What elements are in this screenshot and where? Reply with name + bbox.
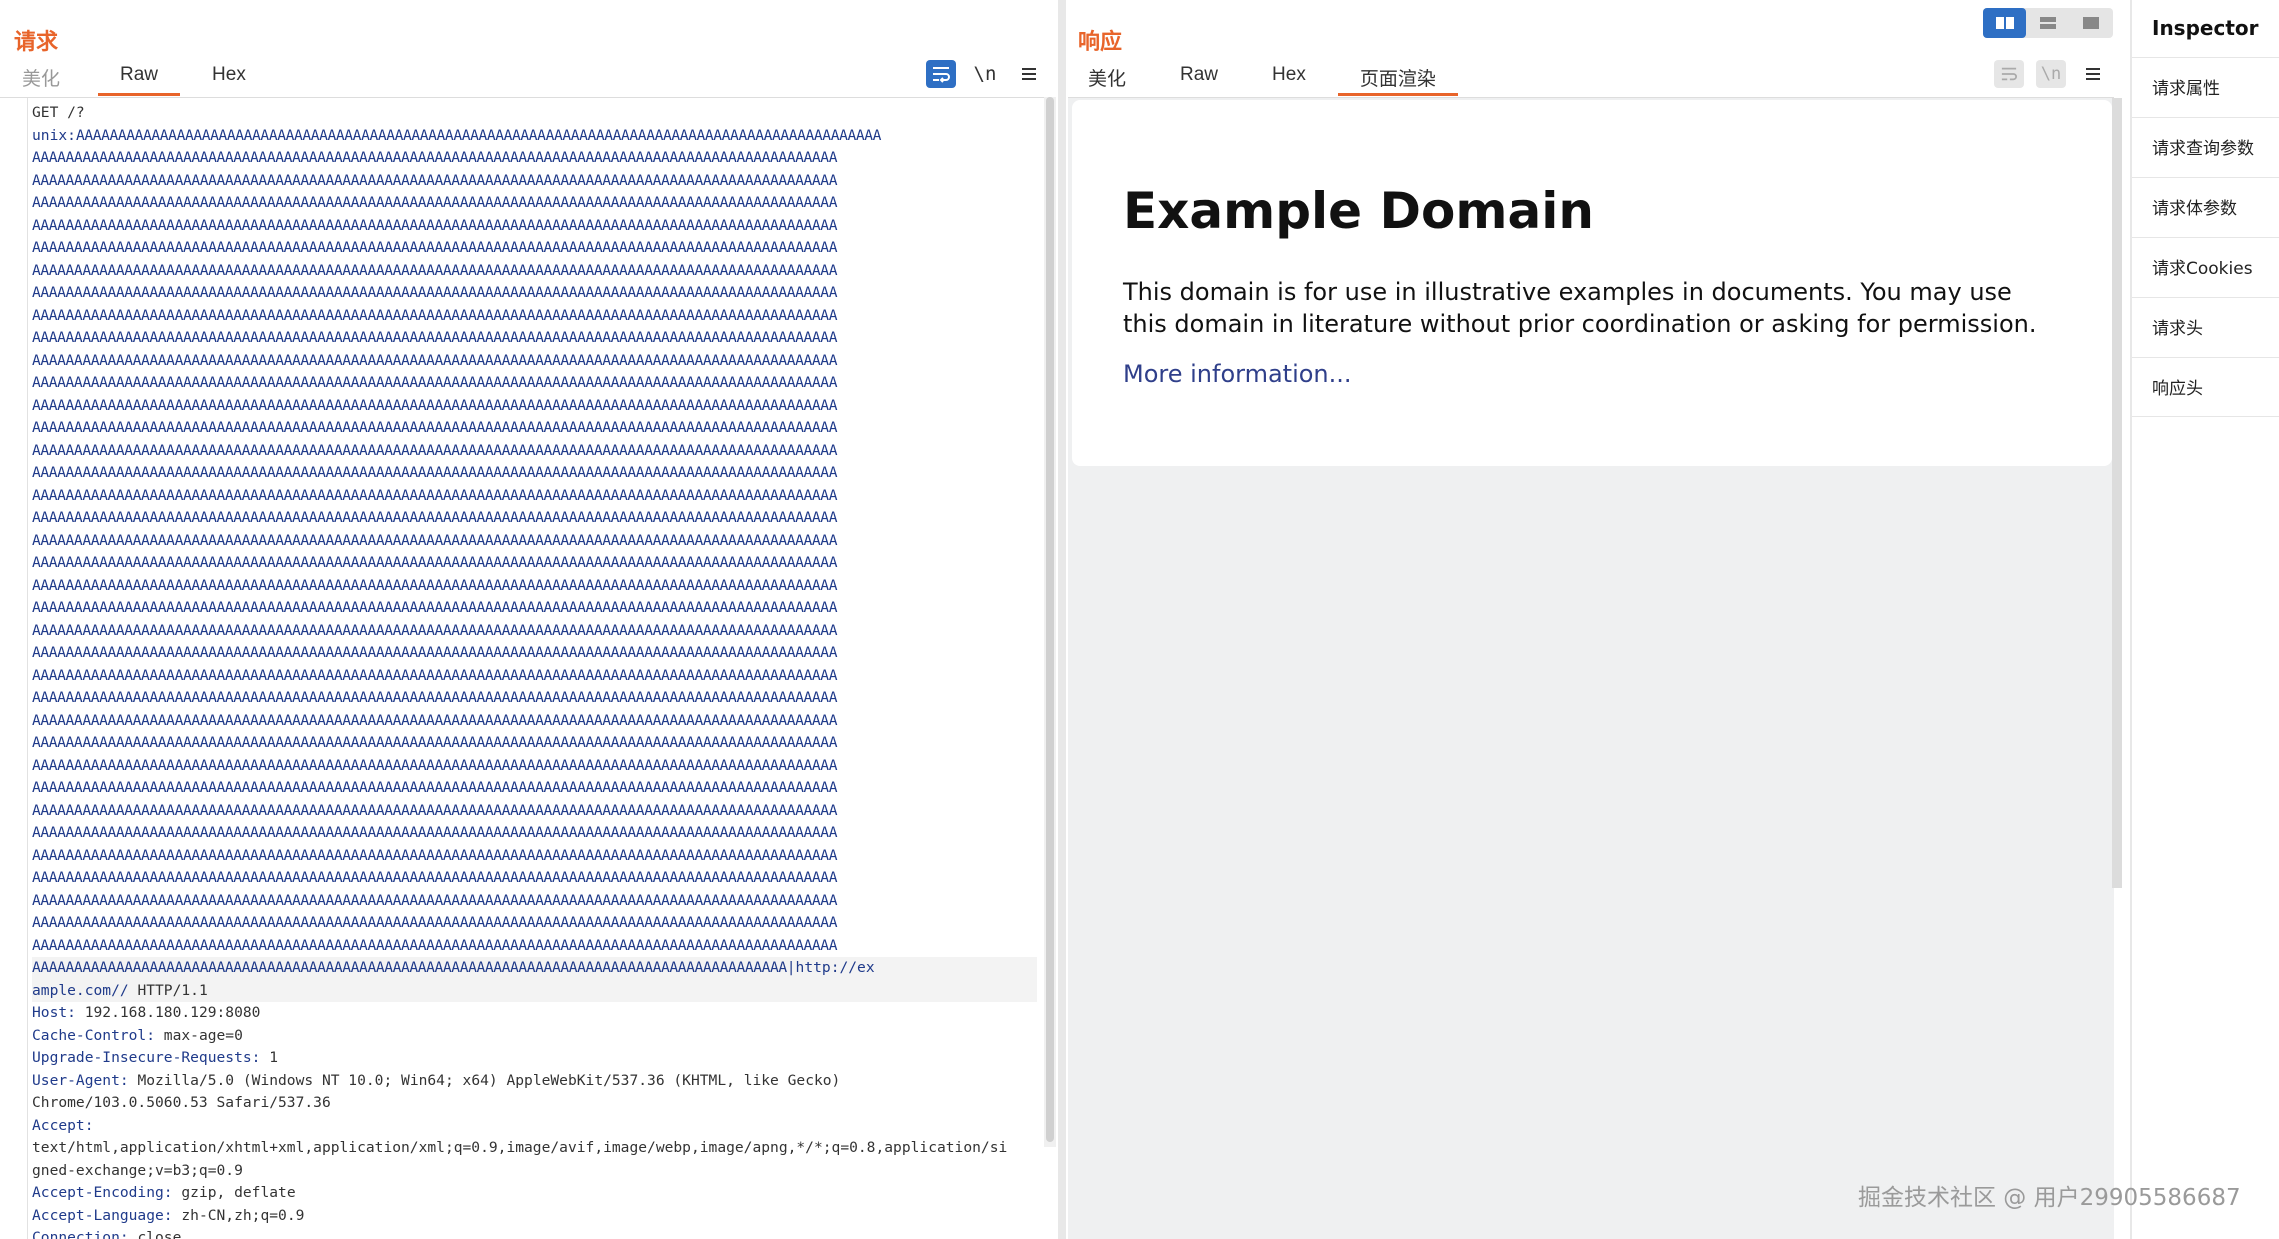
more-information-link[interactable]: More information... [1123, 360, 1352, 388]
newline-toggle-button[interactable]: \n [2036, 60, 2066, 88]
payload-line: AAAAAAAAAAAAAAAAAAAAAAAAAAAAAAAAAAAAAAAA… [32, 846, 838, 864]
request-tab-pretty[interactable]: 美化 [0, 60, 82, 96]
payload-line: AAAAAAAAAAAAAAAAAAAAAAAAAAAAAAAAAAAAAAAA… [32, 306, 838, 324]
payload-line: AAAAAAAAAAAAAAAAAAAAAAAAAAAAAAAAAAAAAAAA… [32, 824, 838, 841]
payload-line: AAAAAAAAAAAAAAAAAAAAAAAAAAAAAAAAAAAAAAAA… [32, 554, 838, 571]
single-pane-layout-icon[interactable] [2069, 8, 2112, 38]
header-line: 6Accept: [32, 1116, 94, 1134]
payload-line: AAAAAAAAAAAAAAAAAAAAAAAAAAAAAAAAAAAAAAAA… [32, 261, 838, 279]
payload-block: AAAAAAAAAAAAAAAAAAAAAAAAAAAAAAAAAAAAAAAA… [32, 147, 1037, 957]
payload-line: AAAAAAAAAAAAAAAAAAAAAAAAAAAAAAAAAAAAAAAA… [32, 689, 838, 706]
request-tab-raw[interactable]: Raw [98, 60, 181, 96]
side-by-side-layout-icon[interactable] [1983, 8, 2026, 38]
request-pane: 请求 美化 Raw Hex \n 1GET /? unix:AAAAAAAAAA… [0, 0, 1058, 1239]
pane-splitter[interactable] [1058, 0, 1066, 1239]
payload-line: AAAAAAAAAAAAAAAAAAAAAAAAAAAAAAAAAAAAAAAA… [32, 216, 838, 234]
header-line: 5User-Agent: Mozilla/5.0 (Windows NT 10.… [32, 1071, 841, 1089]
payload-line: AAAAAAAAAAAAAAAAAAAAAAAAAAAAAAAAAAAAAAAA… [32, 419, 838, 436]
request-scrollbar-thumb[interactable] [1046, 97, 1054, 1142]
payload-line: AAAAAAAAAAAAAAAAAAAAAAAAAAAAAAAAAAAAAAAA… [32, 756, 838, 774]
layout-toggle-group [1983, 8, 2113, 38]
page-heading: Example Domain [1123, 182, 1594, 240]
header-line: 4Upgrade-Insecure-Requests: 1 [32, 1049, 279, 1066]
menu-icon[interactable] [2078, 60, 2108, 88]
payload-line: AAAAAAAAAAAAAAAAAAAAAAAAAAAAAAAAAAAAAAAA… [32, 351, 838, 369]
payload-line: unix:AAAAAAAAAAAAAAAAAAAAAAAAAAAAAAAAAAA… [32, 126, 882, 144]
page-paragraph: This domain is for use in illustrative e… [1123, 278, 2037, 338]
payload-line: AAAAAAAAAAAAAAAAAAAAAAAAAAAAAAAAAAAAAAAA… [32, 734, 838, 751]
response-title: 响应 [1078, 30, 1123, 55]
payload-line: AAAAAAAAAAAAAAAAAAAAAAAAAAAAAAAAAAAAAAAA… [32, 914, 838, 931]
payload-line: AAAAAAAAAAAAAAAAAAAAAAAAAAAAAAAAAAAAAAAA… [32, 779, 838, 796]
payload-tail-line: AAAAAAAAAAAAAAAAAAAAAAAAAAAAAAAAAAAAAAAA… [32, 957, 1037, 980]
watermark: 掘金技术社区 @ 用户2990558668​7 [1858, 1185, 2241, 1211]
payload-line: AAAAAAAAAAAAAAAAAAAAAAAAAAAAAAAAAAAAAAAA… [32, 869, 838, 886]
response-scrollbar[interactable] [2112, 98, 2122, 888]
line-number-gutter [0, 98, 28, 1239]
rendered-page: Example Domain This domain is for use in… [1072, 100, 2112, 466]
request-line: 1GET /? [32, 104, 85, 121]
payload-line: AAAAAAAAAAAAAAAAAAAAAAAAAAAAAAAAAAAAAAAA… [32, 711, 838, 729]
wrap-icon[interactable] [926, 60, 956, 88]
response-tabs: 美化 Raw Hex 页面渲染 [1066, 60, 1458, 96]
payload-line: AAAAAAAAAAAAAAAAAAAAAAAAAAAAAAAAAAAAAAAA… [32, 284, 838, 301]
response-tab-raw[interactable]: Raw [1158, 60, 1240, 96]
inspector-item-query-params[interactable]: 请求查询参数 [2132, 117, 2279, 177]
payload-line: AAAAAAAAAAAAAAAAAAAAAAAAAAAAAAAAAAAAAAAA… [32, 599, 838, 616]
response-tab-pretty[interactable]: 美化 [1066, 60, 1148, 96]
payload-line: AAAAAAAAAAAAAAAAAAAAAAAAAAAAAAAAAAAAAAAA… [32, 329, 838, 346]
inspector-item-response-headers[interactable]: 响应头 [2132, 357, 2279, 417]
payload-line: AAAAAAAAAAAAAAAAAAAAAAAAAAAAAAAAAAAAAAAA… [32, 486, 838, 504]
payload-line: AAAAAAAAAAAAAAAAAAAAAAAAAAAAAAAAAAAAAAAA… [32, 801, 838, 819]
response-pane: 响应 美化 Raw Hex 页面渲染 \n Example Domain Thi… [1066, 0, 2124, 1239]
response-tab-render[interactable]: 页面渲染 [1337, 60, 1458, 96]
inspector-item-request-cookies[interactable]: 请求Cookies [2132, 237, 2279, 297]
request-scrollbar[interactable] [1044, 97, 1056, 1147]
request-editor[interactable]: 1GET /? unix:AAAAAAAAAAAAAAAAAAAAAAAAAAA… [0, 97, 1045, 1239]
payload-line: AAAAAAAAAAAAAAAAAAAAAAAAAAAAAAAAAAAAAAAA… [32, 171, 838, 189]
payload-line: AAAAAAAAAAAAAAAAAAAAAAAAAAAAAAAAAAAAAAAA… [32, 239, 838, 256]
header-line: text/html,application/xhtml+xml,applicat… [32, 1139, 1008, 1156]
request-tabs: 美化 Raw Hex [0, 60, 268, 96]
inspector-panel: Inspector 请求属性 请求查询参数 请求体参数 请求Cookies 请求… [2130, 0, 2279, 1239]
payload-line: AAAAAAAAAAAAAAAAAAAAAAAAAAAAAAAAAAAAAAAA… [32, 396, 838, 414]
payload-line: AAAAAAAAAAAAAAAAAAAAAAAAAAAAAAAAAAAAAAAA… [32, 441, 838, 459]
request-title: 请求 [14, 30, 59, 55]
menu-icon[interactable] [1014, 60, 1044, 88]
inspector-title: Inspector [2152, 16, 2259, 40]
payload-line: AAAAAAAAAAAAAAAAAAAAAAAAAAAAAAAAAAAAAAAA… [32, 936, 838, 954]
payload-line: AAAAAAAAAAAAAAAAAAAAAAAAAAAAAAAAAAAAAAAA… [32, 576, 838, 594]
stacked-layout-icon[interactable] [2026, 8, 2069, 38]
payload-line: AAAAAAAAAAAAAAAAAAAAAAAAAAAAAAAAAAAAAAAA… [32, 194, 838, 211]
request-headers: 2Host: 192.168.180.129:8080 3Cache-Contro… [32, 1002, 1037, 1239]
rendered-page-view: Example Domain This domain is for use in… [1068, 97, 2122, 1239]
response-tab-hex[interactable]: Hex [1250, 60, 1328, 96]
header-line: gned-exchange;v=b3;q=0.9 [32, 1161, 243, 1179]
payload-line: AAAAAAAAAAAAAAAAAAAAAAAAAAAAAAAAAAAAAAAA… [32, 509, 838, 526]
wrap-icon[interactable] [1994, 60, 2024, 88]
request-raw-text[interactable]: 1GET /? unix:AAAAAAAAAAAAAAAAAAAAAAAAAAA… [32, 102, 1037, 1239]
payload-line: AAAAAAAAAAAAAAAAAAAAAAAAAAAAAAAAAAAAAAAA… [32, 149, 838, 166]
payload-line: AAAAAAAAAAAAAAAAAAAAAAAAAAAAAAAAAAAAAAAA… [32, 621, 838, 639]
header-line: 9Connection: close [32, 1229, 182, 1239]
payload-line: AAAAAAAAAAAAAAAAAAAAAAAAAAAAAAAAAAAAAAAA… [32, 666, 838, 684]
header-line: 2Host: 192.168.180.129:8080 [32, 1004, 261, 1021]
payload-line: AAAAAAAAAAAAAAAAAAAAAAAAAAAAAAAAAAAAAAAA… [32, 464, 838, 481]
header-line: Chrome/103.0.5060.53 Safari/537.36 [32, 1094, 331, 1111]
newline-toggle-button[interactable]: \n [970, 60, 1000, 88]
header-line: 8Accept-Language: zh-CN,zh;q=0.9 [32, 1206, 305, 1224]
request-url-continuation: ample.com// HTTP/1.1 [32, 979, 1037, 1002]
payload-line: AAAAAAAAAAAAAAAAAAAAAAAAAAAAAAAAAAAAAAAA… [32, 644, 838, 661]
payload-line: AAAAAAAAAAAAAAAAAAAAAAAAAAAAAAAAAAAAAAAA… [32, 374, 838, 391]
inspector-item-body-params[interactable]: 请求体参数 [2132, 177, 2279, 237]
inspector-item-request-headers[interactable]: 请求头 [2132, 297, 2279, 357]
payload-line: AAAAAAAAAAAAAAAAAAAAAAAAAAAAAAAAAAAAAAAA… [32, 531, 838, 549]
request-tab-hex[interactable]: Hex [190, 60, 268, 96]
payload-line: AAAAAAAAAAAAAAAAAAAAAAAAAAAAAAAAAAAAAAAA… [32, 891, 838, 909]
header-line: 3Cache-Control: max-age=0 [32, 1026, 243, 1044]
header-line: 7Accept-Encoding: gzip, deflate [32, 1184, 296, 1201]
inspector-item-request-attributes[interactable]: 请求属性 [2132, 57, 2279, 117]
